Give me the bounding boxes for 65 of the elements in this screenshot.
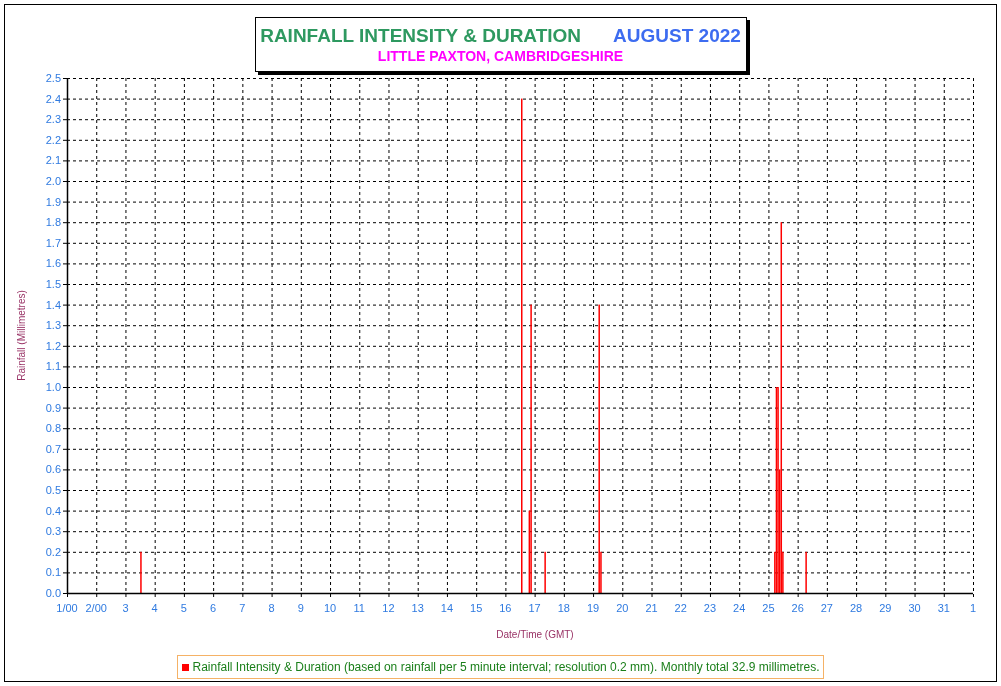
y-tick-label: 1.3 — [45, 319, 61, 332]
y-tick-label: 0.1 — [45, 566, 61, 579]
y-tick-label: 0.5 — [45, 484, 61, 496]
x-tick-label: 29 — [879, 602, 892, 614]
x-tick-label: 27 — [820, 602, 833, 614]
y-tick-label: 1.8 — [45, 216, 61, 229]
y-tick-label: 1.4 — [45, 298, 61, 311]
y-tick-label: 1.2 — [45, 339, 61, 352]
y-tick-label: 0.0 — [45, 587, 61, 599]
x-tick-label: 8 — [268, 602, 275, 614]
x-tick-label: 31 — [937, 602, 950, 614]
x-tick-label: 14 — [440, 602, 454, 614]
chart-location: LITTLE PAXTON, CAMBRIDGESHIRE — [377, 47, 624, 66]
y-axis-title: Rainfall (Millimetres) — [16, 290, 27, 381]
y-tick-label: 1.5 — [45, 278, 61, 290]
x-tick-label: 1/00 — [56, 602, 78, 614]
x-tick-label: 28 — [849, 602, 863, 614]
y-tick-label: 0.6 — [45, 463, 61, 476]
y-tick-label: 2.2 — [45, 133, 61, 146]
x-tick-label: 16 — [499, 602, 512, 614]
x-tick-label: 19 — [586, 602, 600, 614]
y-tick-label: 2.1 — [45, 154, 61, 167]
y-tick-label: 1.1 — [45, 360, 61, 373]
x-tick-label: 17 — [528, 602, 541, 614]
x-tick-label: 23 — [703, 602, 717, 614]
x-tick-label: 24 — [733, 602, 746, 614]
y-tick-label: 2.3 — [45, 113, 61, 126]
y-tick-label: 2.5 — [45, 74, 61, 84]
y-tick-label: 0.2 — [45, 545, 61, 558]
chart-period: AUGUST 2022 — [613, 23, 741, 48]
x-tick-label: 3 — [122, 602, 129, 614]
x-axis-title: Date/Time (GMT) — [496, 629, 574, 640]
x-tick-label: 6 — [210, 602, 217, 614]
x-tick-label: 4 — [151, 602, 158, 614]
y-tick-label: 1.9 — [45, 195, 61, 208]
x-tick-label: 30 — [908, 602, 921, 614]
x-tick-label: 15 — [470, 602, 483, 614]
y-tick-label: 1.6 — [45, 257, 61, 270]
x-tick-label: 25 — [762, 602, 775, 614]
x-tick-label: 26 — [791, 602, 804, 614]
y-tick-label: 1.7 — [45, 236, 61, 249]
x-tick-label: 12 — [382, 602, 395, 614]
y-tick-label: 0.3 — [45, 525, 61, 538]
x-tick-label: 7 — [239, 602, 246, 614]
y-tick-label: 2.4 — [45, 92, 61, 105]
x-tick-label: 5 — [180, 602, 187, 614]
y-tick-label: 2.0 — [45, 175, 61, 187]
x-tick-label: 18 — [557, 602, 570, 614]
x-tick-label: 2/00 — [85, 602, 107, 614]
x-tick-label: 21 — [645, 602, 658, 614]
y-tick-label: 0.9 — [45, 401, 61, 414]
x-tick-label: 1 — [969, 602, 977, 614]
y-tick-label: 0.8 — [45, 422, 61, 435]
x-tick-label: 20 — [616, 602, 629, 614]
x-tick-label: 11 — [353, 602, 365, 614]
legend-swatch — [181, 663, 189, 671]
x-tick-label: 22 — [674, 602, 687, 614]
x-tick-label: 13 — [411, 602, 424, 614]
x-tick-label: 9 — [297, 602, 304, 614]
x-tick-label: 10 — [323, 602, 337, 614]
y-tick-label: 0.4 — [45, 504, 61, 517]
y-tick-label: 0.7 — [45, 442, 61, 455]
chart-title: RAINFALL INTENSITY & DURATION — [260, 23, 582, 48]
legend-label: Rainfall Intensity & Duration (based on rainfall per 5 minute interval; resolution 0.2 mm). Monthly total 32.9 millimetres. — [192, 659, 820, 676]
y-tick-label: 1.0 — [45, 381, 61, 393]
